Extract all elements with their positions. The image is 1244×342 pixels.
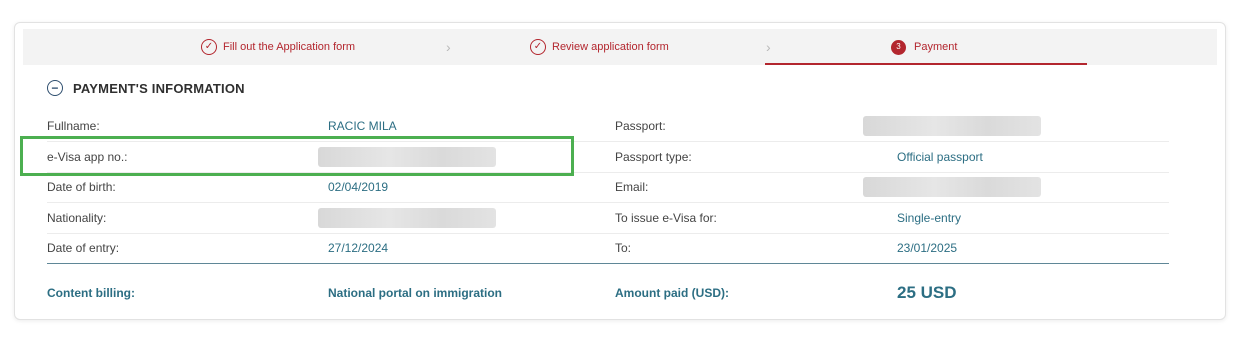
section-header[interactable]: − PAYMENT'S INFORMATION <box>47 80 245 96</box>
field-label: Passport type: <box>615 150 692 164</box>
section-title: PAYMENT'S INFORMATION <box>73 80 245 96</box>
active-step-underline <box>765 63 1087 65</box>
step-review-form[interactable]: ✓ Review application form <box>530 29 669 65</box>
chevron-right-icon: › <box>446 39 451 55</box>
billing-value: National portal on immigration <box>328 286 503 300</box>
billing-row: Content billing: National portal on immi… <box>47 277 1169 309</box>
highlight-box <box>20 136 574 176</box>
field-label: Passport: <box>615 119 666 133</box>
amount-value: 25 USD <box>897 283 957 302</box>
info-row: Date of entry: 27/12/2024 To: 23/01/2025 <box>47 233 1169 264</box>
field-label: Date of entry: <box>47 241 120 255</box>
nationality-value-redacted <box>318 203 496 233</box>
dob-value: 02/04/2019 <box>328 180 389 194</box>
info-row: Nationality: To issue e-Visa for: Single… <box>47 203 1169 234</box>
chevron-right-icon: › <box>766 39 771 55</box>
step-fill-out-form[interactable]: ✓ Fill out the Application form <box>201 29 355 65</box>
email-value-redacted <box>863 172 1041 202</box>
step-label: Fill out the Application form <box>223 41 356 53</box>
check-circle-icon: ✓ <box>201 39 217 55</box>
entry-date-value: 27/12/2024 <box>328 241 389 255</box>
check-circle-icon: ✓ <box>530 39 546 55</box>
field-label: To: <box>615 241 632 255</box>
passport-type-value: Official passport <box>897 150 983 164</box>
progress-stepper: ✓ Fill out the Application form › ✓ Revi… <box>23 29 1217 65</box>
minus-circle-icon[interactable]: − <box>47 80 63 96</box>
billing-label: Content billing: <box>47 286 135 300</box>
field-label: To issue e-Visa for: <box>615 211 717 225</box>
info-row: Date of birth: 02/04/2019 Email: <box>47 172 1169 203</box>
step-payment[interactable]: 3 Payment <box>891 29 957 65</box>
field-label: Date of birth: <box>47 180 116 194</box>
passport-value-redacted <box>863 111 1041 141</box>
field-label: Email: <box>615 180 649 194</box>
step-label: Review application form <box>552 41 669 53</box>
to-date-value: 23/01/2025 <box>897 241 958 255</box>
field-label: Nationality: <box>47 211 107 225</box>
step-label: Payment <box>914 41 958 53</box>
evisa-type-value: Single-entry <box>897 211 962 225</box>
amount-label: Amount paid (USD): <box>615 286 729 300</box>
step-number-badge: 3 <box>891 39 906 55</box>
